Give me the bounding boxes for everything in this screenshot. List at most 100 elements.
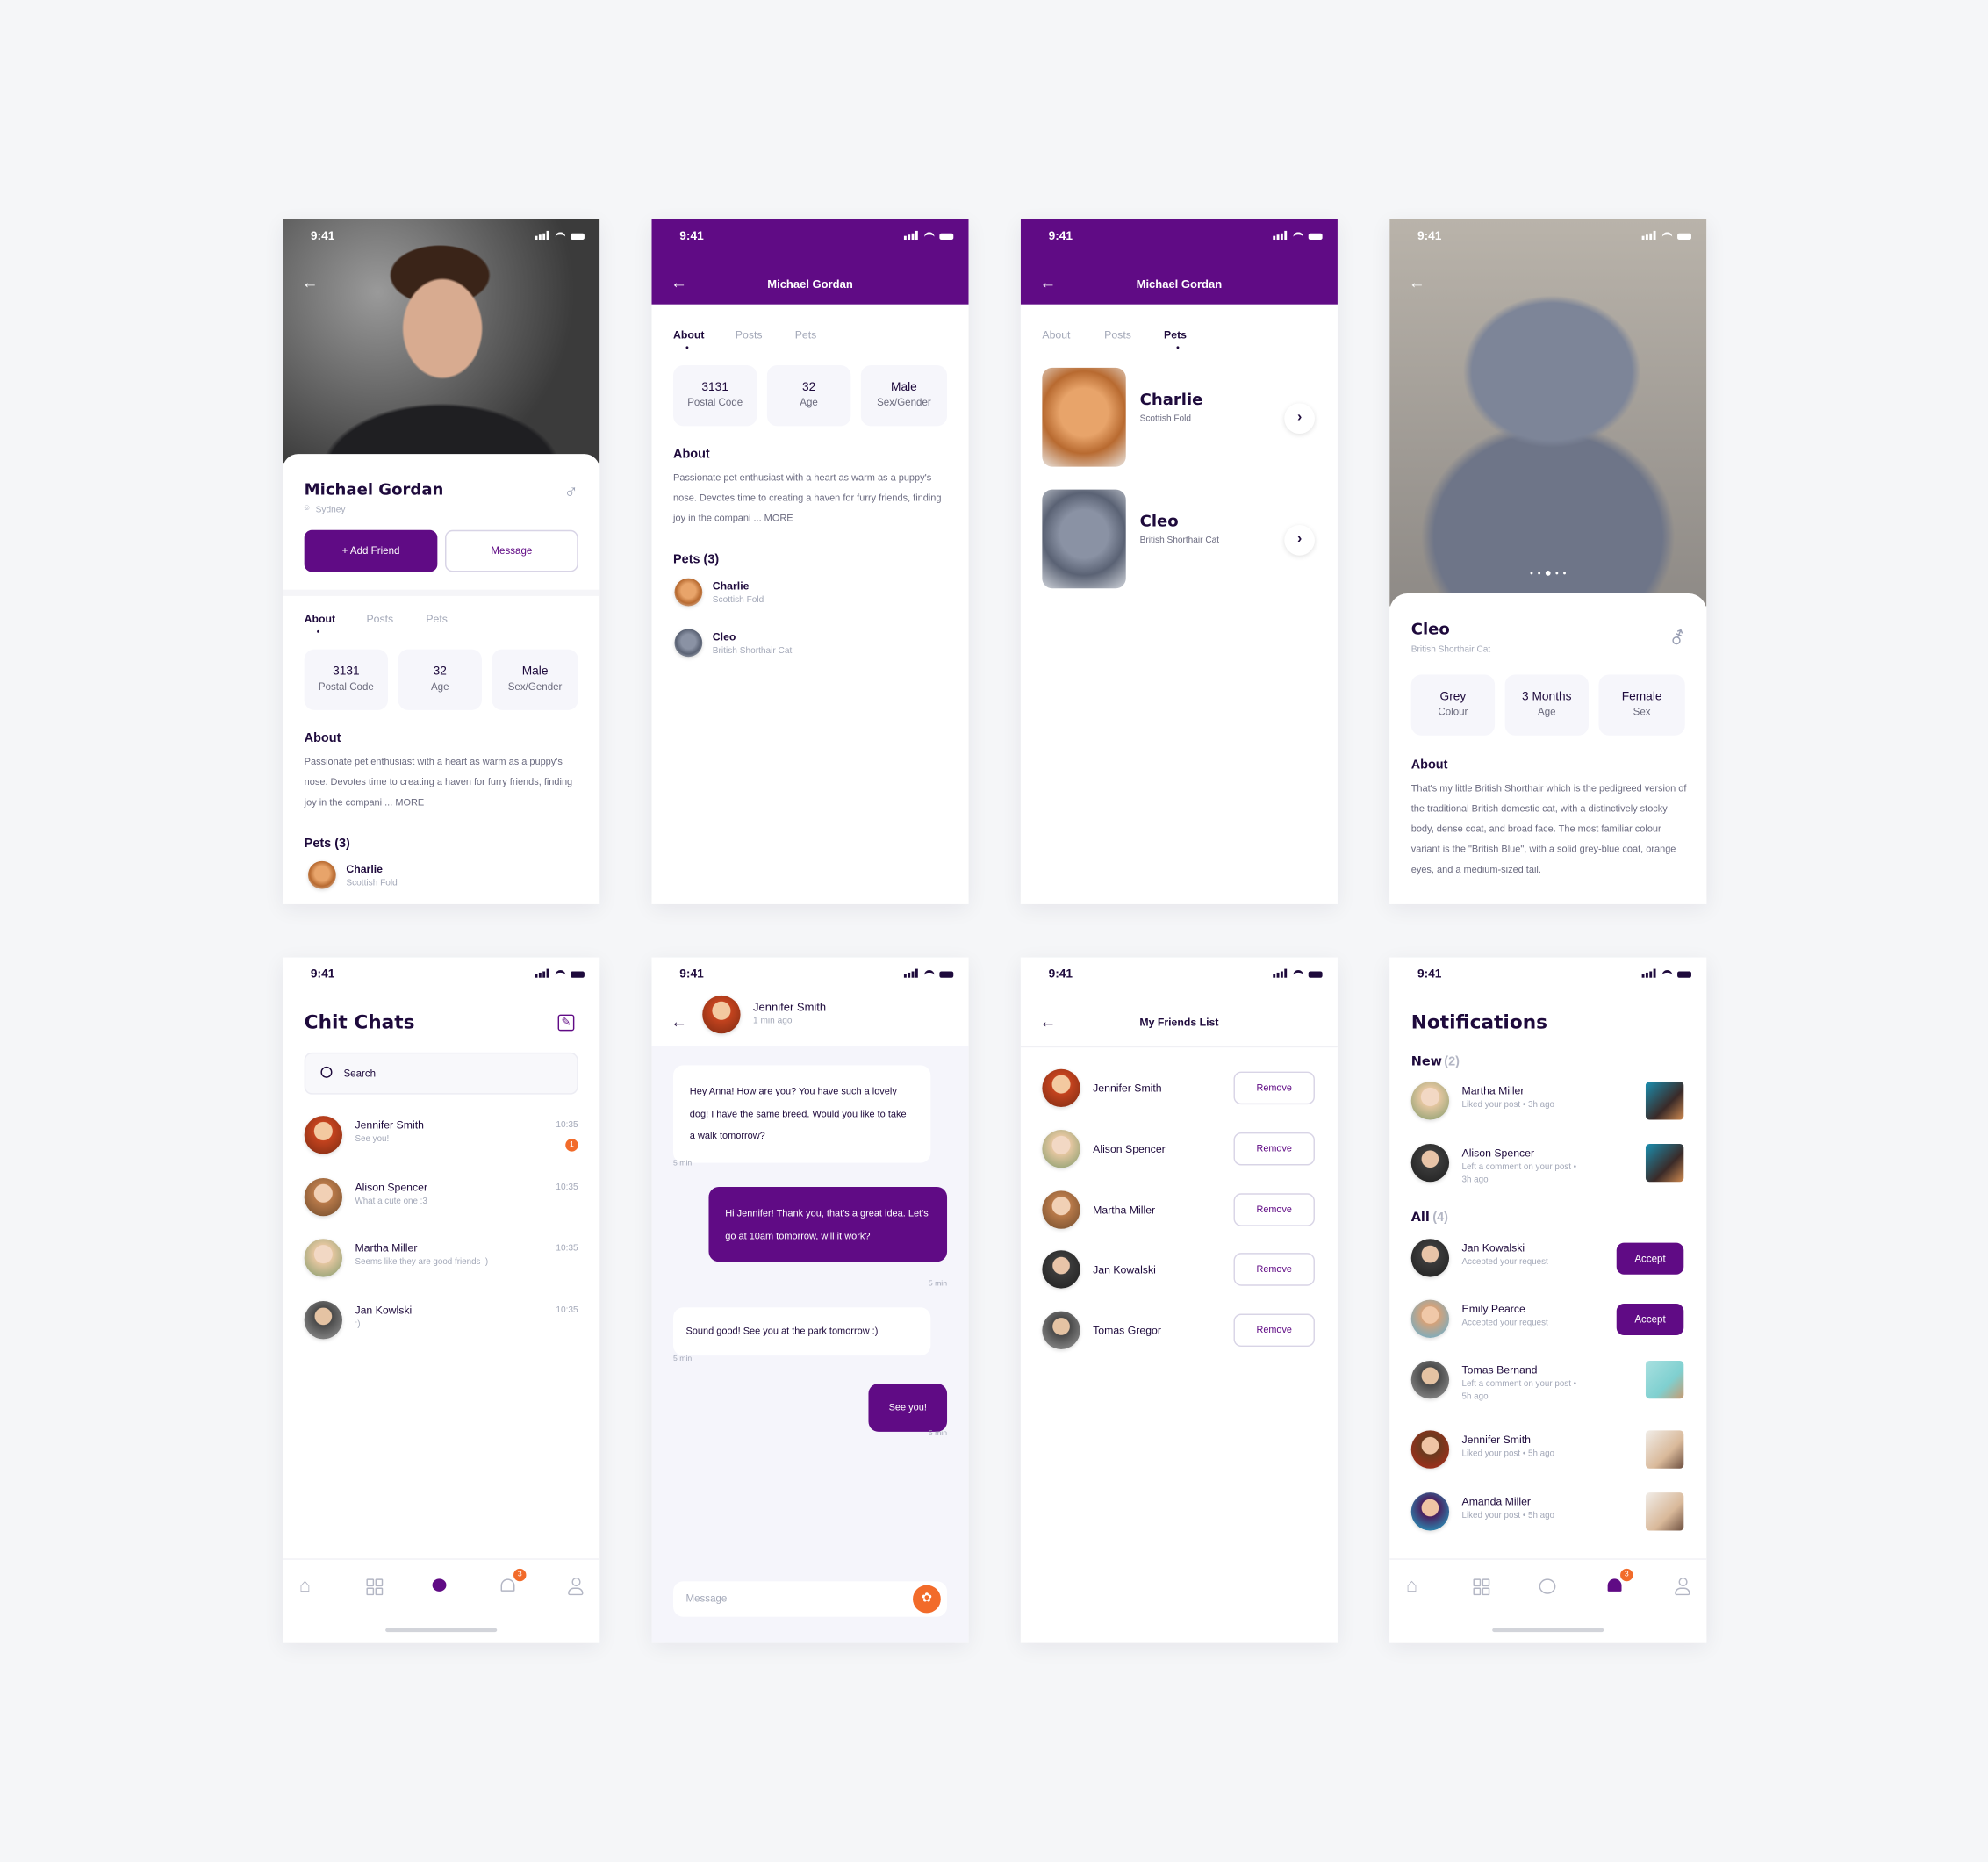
- battery-icon: [1677, 971, 1691, 978]
- chat-name: Jennifer Smith: [355, 1118, 424, 1132]
- carousel-dot[interactable]: [1555, 572, 1559, 575]
- back-arrow-icon[interactable]: ←: [1409, 273, 1425, 292]
- chat-list-item[interactable]: Jan Kowlski:) 10:35: [283, 1299, 599, 1342]
- notification-name: Jennifer Smith: [1461, 1433, 1532, 1446]
- home-indicator: [1492, 1628, 1604, 1633]
- notification-item[interactable]: Jennifer Smith Liked your post • 5h ago: [1389, 1430, 1706, 1481]
- tab-posts[interactable]: Posts: [366, 613, 393, 625]
- signal-bar: [1276, 972, 1280, 978]
- carousel-dots[interactable]: [1389, 571, 1706, 576]
- stat-label: Sex: [1633, 706, 1651, 718]
- add-friend-button[interactable]: + Add Friend: [304, 529, 438, 572]
- section-count: (4): [1432, 1211, 1448, 1226]
- pet-name[interactable]: Charlie: [713, 579, 750, 592]
- notification-item[interactable]: Alison Spencer Left a comment on your pos…: [1389, 1143, 1706, 1195]
- status-time: 9:41: [1417, 967, 1442, 982]
- carousel-dot[interactable]: [1530, 572, 1533, 575]
- stat-value: 32: [801, 380, 816, 395]
- chat-list-item[interactable]: Martha Miller Seems like they are good fr…: [283, 1238, 599, 1281]
- notification-text: Left a comment on your post •: [1461, 1162, 1577, 1172]
- remove-button[interactable]: Remove: [1233, 1132, 1315, 1166]
- pet-name[interactable]: Charlie: [346, 862, 383, 874]
- search-input[interactable]: Search: [304, 1052, 578, 1095]
- compose-icon[interactable]: ✎: [557, 1014, 575, 1032]
- male-icon: ♂: [563, 481, 578, 504]
- carousel-dot[interactable]: [1538, 572, 1541, 575]
- avatar: [1042, 1129, 1080, 1168]
- back-arrow-icon[interactable]: ←: [302, 273, 319, 292]
- notification-item[interactable]: Jan Kowalski Accepted your request Accept: [1389, 1239, 1706, 1290]
- remove-button[interactable]: Remove: [1233, 1253, 1315, 1287]
- carousel-dot[interactable]: [1563, 572, 1566, 575]
- signal-bar: [1645, 972, 1648, 978]
- remove-button[interactable]: Remove: [1233, 1313, 1315, 1348]
- notification-item[interactable]: Emily Pearce Accepted your request Accept: [1389, 1299, 1706, 1351]
- design-showcase: 9:41 ← Michael Gordan ♂ ⌾ Sydney + Add Friend M…: [0, 0, 1988, 1862]
- nav-chats[interactable]: [1538, 1577, 1558, 1597]
- remove-button[interactable]: Remove: [1233, 1071, 1315, 1105]
- message-time: 5 min: [928, 1280, 948, 1289]
- tab-posts[interactable]: Posts: [1104, 328, 1131, 341]
- notification-text: Liked your post • 5h ago: [1461, 1511, 1555, 1521]
- tab-pets[interactable]: Pets: [795, 328, 817, 341]
- about-heading: About: [304, 731, 341, 746]
- carousel-dot[interactable]: [1545, 571, 1551, 576]
- notification-item[interactable]: Amanda Miller Liked your post • 5h ago: [1389, 1492, 1706, 1543]
- pet-name[interactable]: Cleo: [713, 630, 736, 643]
- post-thumbnail[interactable]: [1645, 1082, 1684, 1120]
- pet-breed: British Shorthair Cat: [712, 646, 793, 656]
- notification-item[interactable]: Tomas Bernand Left a comment on your post…: [1389, 1360, 1706, 1412]
- stat-value: 3131: [333, 664, 360, 679]
- signal-bar: [1284, 230, 1288, 241]
- nav-profile[interactable]: [1672, 1577, 1692, 1597]
- notification-item[interactable]: Martha Miller Liked your post • 3h ago: [1389, 1082, 1706, 1132]
- chat-list-item[interactable]: Jennifer Smith See you! 10:35 1: [283, 1115, 599, 1158]
- tab-pets[interactable]: Pets: [1164, 328, 1187, 341]
- stat-card: 3131 Postal Code: [673, 365, 757, 427]
- sent-message-bubble: See you!: [868, 1383, 948, 1432]
- back-arrow-icon[interactable]: ←: [671, 1012, 687, 1032]
- nav-home[interactable]: ⌂: [1403, 1577, 1424, 1597]
- nav-explore[interactable]: [1471, 1577, 1491, 1597]
- accept-button[interactable]: Accept: [1616, 1242, 1684, 1275]
- nav-home[interactable]: ⌂: [297, 1577, 317, 1597]
- status-time: 9:41: [310, 229, 335, 244]
- post-thumbnail[interactable]: [1645, 1492, 1684, 1531]
- post-thumbnail[interactable]: [1645, 1143, 1684, 1183]
- signal-bar: [538, 234, 542, 241]
- tab-about[interactable]: About: [673, 328, 704, 341]
- chat-list-item[interactable]: Alison Spencer What a cute one :3 10:35: [283, 1176, 599, 1219]
- chevron-right-icon[interactable]: ›: [1284, 403, 1315, 435]
- pet-card[interactable]: Cleo British Shorthair Cat ›: [1021, 489, 1338, 592]
- tab-posts[interactable]: Posts: [736, 328, 763, 341]
- received-message-bubble: Hey Anna! How are you? You have such a l…: [673, 1065, 931, 1162]
- section-label: All: [1410, 1211, 1430, 1226]
- tab-about[interactable]: About: [1042, 328, 1070, 341]
- notification-badge: 3: [513, 1568, 527, 1582]
- message-button[interactable]: Message: [445, 529, 578, 572]
- avatar: [1042, 1068, 1080, 1108]
- notification-name: Alison Spencer: [1461, 1146, 1535, 1160]
- status-time: 9:41: [1417, 229, 1442, 244]
- status-icons: [1273, 968, 1323, 980]
- tab-about[interactable]: About: [305, 613, 335, 625]
- nav-profile[interactable]: [565, 1577, 585, 1597]
- post-thumbnail[interactable]: [1645, 1430, 1684, 1469]
- pet-avatar[interactable]: [308, 860, 336, 889]
- remove-button[interactable]: Remove: [1233, 1192, 1315, 1226]
- battery-icon: [571, 233, 585, 241]
- send-paw-button[interactable]: ✿: [913, 1585, 941, 1614]
- accept-button[interactable]: Accept: [1616, 1303, 1684, 1336]
- pet-avatar[interactable]: [674, 629, 703, 658]
- chevron-right-icon[interactable]: ›: [1284, 525, 1315, 556]
- pet-card[interactable]: Charlie Scottish Fold ›: [1021, 367, 1338, 470]
- nav-explore[interactable]: [364, 1577, 384, 1597]
- post-thumbnail[interactable]: [1645, 1360, 1684, 1399]
- nav-chats[interactable]: [431, 1577, 451, 1597]
- grid-cell: [1473, 1587, 1482, 1596]
- message-input[interactable]: Message ✿: [673, 1581, 948, 1617]
- pet-avatar[interactable]: [674, 578, 703, 607]
- tab-pets[interactable]: Pets: [426, 613, 448, 625]
- friend-list-item: Jennifer Smith Remove: [1021, 1068, 1338, 1108]
- pet-breed: Scottish Fold: [712, 595, 764, 606]
